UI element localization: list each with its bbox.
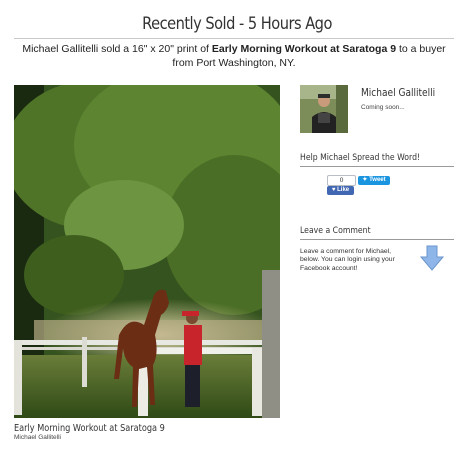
comment-divider [300,239,454,240]
facebook-like-label: Like [337,187,350,193]
artwork-image[interactable] [14,85,280,418]
sold-statement: Michael Gallitelli sold a 16" x 20" prin… [14,42,454,70]
page-title: Recently Sold - 5 Hours Ago [142,14,332,34]
comment-instructions: Leave a comment for Michael, below. You … [300,248,395,272]
facebook-like-icon: ♥ [331,187,336,193]
facebook-like-count: 0 [327,175,356,186]
artwork-title[interactable]: Early Morning Workout at Saratoga 9 [14,423,165,434]
artwork-artist[interactable]: Michael Gallitelli [14,434,61,441]
sold-prefix: Michael Gallitelli sold a 16" x 20" prin… [22,43,212,55]
down-arrow-icon[interactable] [419,245,445,276]
twitter-bird-icon: ✦ [362,177,368,183]
title-divider [14,38,454,39]
facebook-like-button[interactable]: ♥ Like [327,186,354,195]
tweet-label: Tweet [369,177,386,183]
share-divider [300,166,454,167]
share-heading: Help Michael Spread the Word! [300,153,421,163]
artist-bio: Coming soon... [361,104,405,111]
artist-name[interactable]: Michael Gallitelli [361,87,435,99]
sold-artwork-link[interactable]: Early Morning Workout at Saratoga 9 [212,43,396,55]
artist-avatar[interactable] [300,85,348,133]
tweet-button[interactable]: ✦ Tweet [358,176,390,185]
comment-heading: Leave a Comment [300,226,371,236]
